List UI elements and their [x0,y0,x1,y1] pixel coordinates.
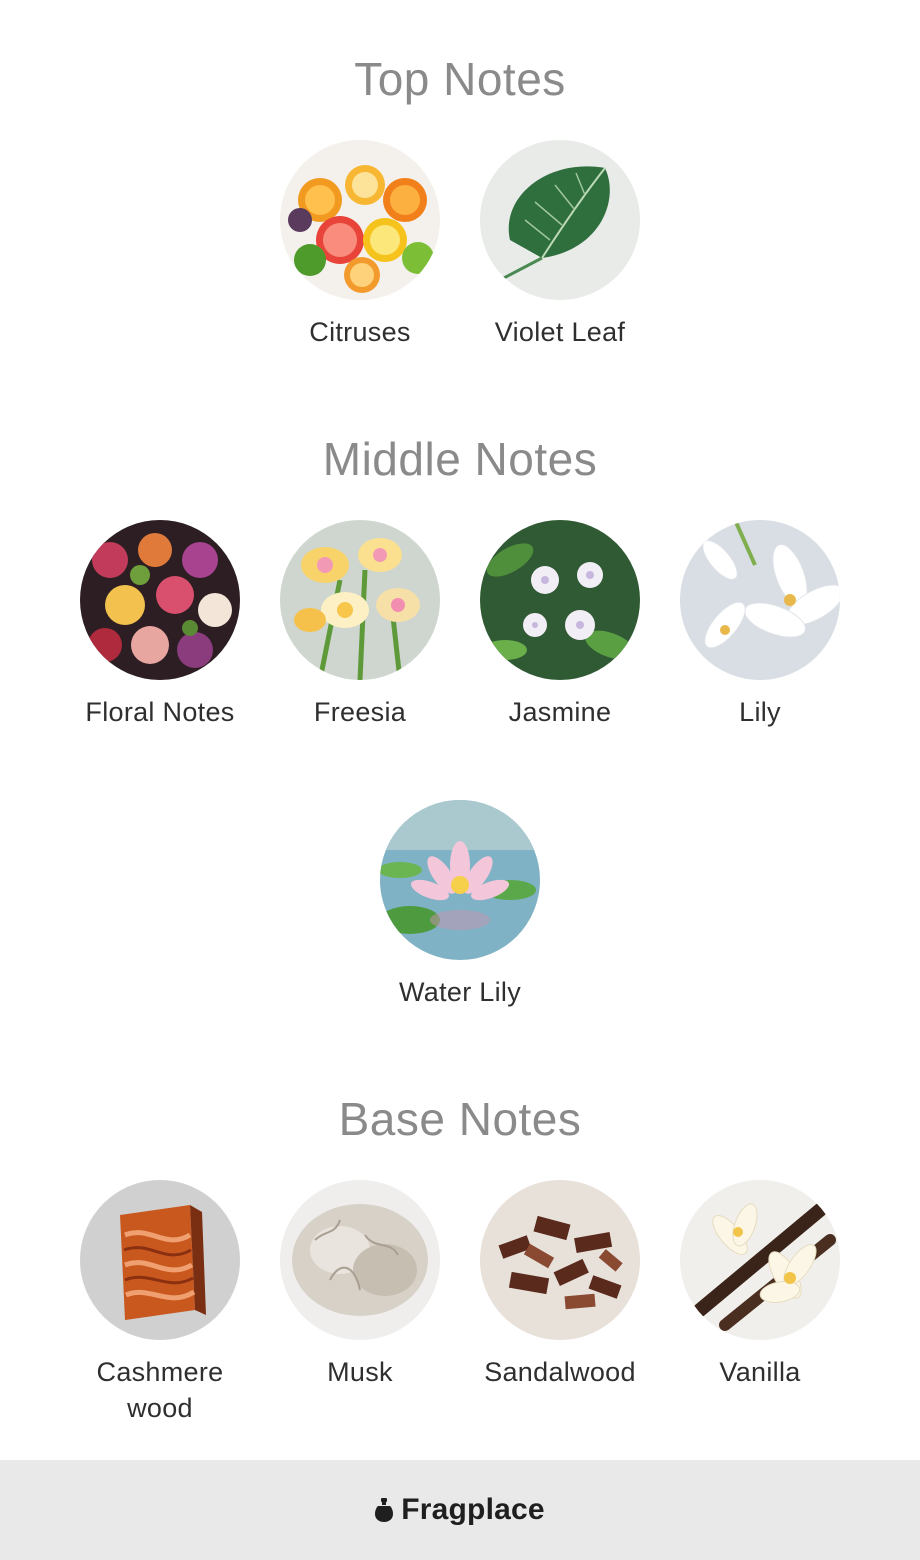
footer: Fragplace [0,1460,920,1560]
brand-name: Fragplace [401,1493,545,1526]
fragplace-logo-icon [375,1498,394,1522]
note-label: Floral Notes [85,697,235,727]
note-label: Vanilla [719,1357,801,1387]
citrus-icon [280,140,440,300]
note-label-line: wood [127,1393,193,1423]
lily-icon [680,520,840,680]
note-water-lily[interactable]: Water Lily [360,800,560,1010]
vanilla-pod-icon [680,1180,840,1340]
water-lily-icon [380,800,540,960]
leaf-icon [480,140,640,300]
note-label: Cashmere wood [60,1354,260,1426]
jasmine-icon [480,520,640,680]
note-jasmine[interactable]: Jasmine [460,520,660,730]
wood-chips-icon [480,1180,640,1340]
note-vanilla[interactable]: Vanilla [660,1180,860,1390]
note-freesia[interactable]: Freesia [260,520,460,730]
note-label: Citruses [309,317,411,347]
note-label: Freesia [313,697,407,727]
fur-icon [280,1180,440,1340]
note-cashmere-wood[interactable]: Cashmere wood [60,1180,260,1426]
note-violet-leaf[interactable]: Violet Leaf [460,140,660,350]
note-lily[interactable]: Lily [660,520,860,730]
note-label: Sandalwood [484,1357,636,1387]
bouquet-icon [80,520,240,680]
middle-notes-title: Middle Notes [322,433,598,485]
note-citruses[interactable]: Citruses [260,140,460,350]
note-label: Violet Leaf [494,317,626,347]
note-musk[interactable]: Musk [260,1180,460,1390]
freesia-icon [280,520,440,680]
top-notes-title: Top Notes [354,53,566,105]
note-label-line: Cashmere [96,1357,224,1387]
note-label: Musk [327,1357,393,1387]
note-label: Jasmine [508,697,612,727]
fragplace-brand[interactable]: Fragplace [375,1493,545,1527]
wood-block-icon [80,1180,240,1340]
note-floral-notes[interactable]: Floral Notes [60,520,260,730]
note-sandalwood[interactable]: Sandalwood [460,1180,660,1390]
note-label: Lily [739,697,781,727]
base-notes-title: Base Notes [338,1093,582,1145]
note-label: Water Lily [398,977,522,1007]
